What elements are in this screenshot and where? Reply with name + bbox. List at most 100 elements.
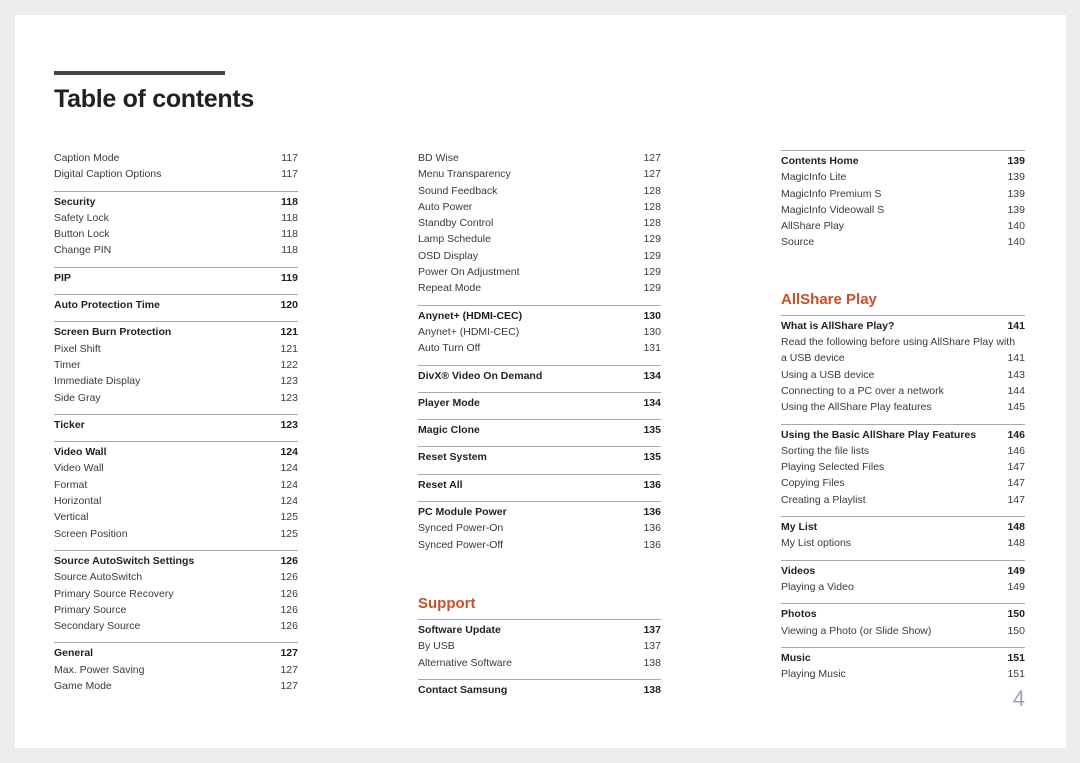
toc-entry[interactable]: Digital Caption Options 117 bbox=[54, 166, 298, 182]
toc-entry[interactable]: Power On Adjustment 129 bbox=[418, 264, 661, 280]
toc-entry[interactable]: Playing Music 151 bbox=[781, 666, 1025, 682]
toc-entry[interactable]: Lamp Schedule 129 bbox=[418, 231, 661, 247]
toc-entry[interactable]: My List options 148 bbox=[781, 535, 1025, 551]
toc-section-heading[interactable]: Reset All 136 bbox=[418, 477, 661, 493]
toc-entry-label: Repeat Mode bbox=[418, 282, 482, 295]
toc-section-heading[interactable]: DivX® Video On Demand 134 bbox=[418, 368, 661, 384]
toc-entry[interactable]: Pixel Shift 121 bbox=[54, 341, 298, 357]
toc-entry[interactable]: By USB 137 bbox=[418, 638, 661, 654]
toc-entry[interactable]: Primary Source Recovery 126 bbox=[54, 586, 298, 602]
toc-entry[interactable]: Synced Power-On 136 bbox=[418, 520, 661, 536]
toc-section-heading[interactable]: Player Mode 134 bbox=[418, 395, 661, 411]
toc-entry[interactable]: Caption Mode 117 bbox=[54, 150, 298, 166]
toc-section-heading[interactable]: My List 148 bbox=[781, 519, 1025, 535]
toc-section-heading[interactable]: Source AutoSwitch Settings 126 bbox=[54, 553, 298, 569]
toc-entry[interactable]: Secondary Source 126 bbox=[54, 618, 298, 634]
toc-entry[interactable]: Standby Control 128 bbox=[418, 215, 661, 231]
toc-entry[interactable]: Horizontal 124 bbox=[54, 493, 298, 509]
toc-entry[interactable]: Source AutoSwitch 126 bbox=[54, 569, 298, 585]
chapter-heading: AllShare Play bbox=[781, 290, 877, 308]
toc-entry[interactable]: Repeat Mode 129 bbox=[418, 280, 661, 296]
toc-entry[interactable]: Synced Power-Off 136 bbox=[418, 537, 661, 553]
toc-entry-page: 130 bbox=[643, 325, 661, 338]
toc-entry[interactable]: Menu Transparency 127 bbox=[418, 166, 661, 182]
toc-entry[interactable]: AllShare Play 140 bbox=[781, 218, 1025, 234]
toc-entry-label: Playing Selected Files bbox=[781, 461, 885, 474]
toc-entry[interactable]: Side Gray 123 bbox=[54, 390, 298, 406]
toc-section-heading[interactable]: Contents Home 139 bbox=[781, 153, 1025, 169]
toc-entry[interactable]: Video Wall 124 bbox=[54, 460, 298, 476]
toc-section-heading[interactable]: Screen Burn Protection 121 bbox=[54, 324, 298, 340]
toc-entry[interactable]: MagicInfo Premium S 139 bbox=[781, 186, 1025, 202]
toc-section: PC Module Power 136 Synced Power-On 136 Sync… bbox=[418, 501, 661, 553]
toc-entry-label: Immediate Display bbox=[54, 375, 141, 388]
toc-entry[interactable]: Playing a Video 149 bbox=[781, 579, 1025, 595]
toc-section-heading[interactable]: Videos 149 bbox=[781, 563, 1025, 579]
toc-entry-page: 139 bbox=[1007, 171, 1025, 184]
toc-section-heading[interactable]: Ticker 123 bbox=[54, 417, 298, 433]
toc-section-heading[interactable]: Video Wall 124 bbox=[54, 444, 298, 460]
toc-section: Contents Home 139 MagicInfo Lite 139 MagicIn… bbox=[781, 150, 1025, 251]
toc-entry[interactable]: Button Lock 118 bbox=[54, 226, 298, 242]
toc-section-heading[interactable]: Auto Protection Time 120 bbox=[54, 297, 298, 313]
toc-entry[interactable]: Using the AllShare Play features 145 bbox=[781, 399, 1025, 415]
toc-entry[interactable]: Sorting the file lists 146 bbox=[781, 443, 1025, 459]
toc-section-heading[interactable]: Magic Clone 135 bbox=[418, 422, 661, 438]
toc-entry[interactable]: Creating a Playlist 147 bbox=[781, 492, 1025, 508]
toc-entry[interactable]: MagicInfo Lite 139 bbox=[781, 169, 1025, 185]
toc-section-heading[interactable]: Photos 150 bbox=[781, 606, 1025, 622]
toc-entry[interactable]: Auto Turn Off 131 bbox=[418, 340, 661, 356]
toc-entry[interactable]: Copying Files 147 bbox=[781, 475, 1025, 491]
toc-entry-label: Max. Power Saving bbox=[54, 663, 145, 676]
toc-entry-label: Viewing a Photo (or Slide Show) bbox=[781, 624, 932, 637]
toc-entry-page: 126 bbox=[280, 603, 298, 616]
toc-section-heading[interactable]: Using the Basic AllShare Play Features 14… bbox=[781, 427, 1025, 443]
toc-entry[interactable]: Timer 122 bbox=[54, 357, 298, 373]
toc-entry[interactable]: Source 140 bbox=[781, 234, 1025, 250]
toc-entry[interactable]: Read the following before using AllShare… bbox=[781, 334, 1025, 367]
chapter-spacer bbox=[781, 251, 1025, 289]
toc-section-heading[interactable]: Security 118 bbox=[54, 194, 298, 210]
toc-heading-page: 134 bbox=[643, 369, 661, 382]
toc-section-heading[interactable]: What is AllShare Play? 141 bbox=[781, 318, 1025, 334]
toc-section-heading[interactable]: Software Update 137 bbox=[418, 622, 661, 638]
toc-entry-label: Primary Source bbox=[54, 603, 127, 616]
toc-entry[interactable]: OSD Display 129 bbox=[418, 248, 661, 264]
toc-entry[interactable]: MagicInfo Videowall S 139 bbox=[781, 202, 1025, 218]
toc-entry-label: Power On Adjustment bbox=[418, 266, 520, 279]
toc-entry[interactable]: Anynet+ (HDMI-CEC) 130 bbox=[418, 324, 661, 340]
toc-entry[interactable]: Safety Lock 118 bbox=[54, 210, 298, 226]
toc-section-heading[interactable]: General 127 bbox=[54, 645, 298, 661]
toc-entry[interactable]: Primary Source 126 bbox=[54, 602, 298, 618]
toc-entry[interactable]: Playing Selected Files 147 bbox=[781, 459, 1025, 475]
toc-entry[interactable]: Max. Power Saving 127 bbox=[54, 662, 298, 678]
toc-entry[interactable]: Viewing a Photo (or Slide Show) 150 bbox=[781, 623, 1025, 639]
toc-entry[interactable]: Vertical 125 bbox=[54, 509, 298, 525]
toc-entry[interactable]: Game Mode 127 bbox=[54, 678, 298, 694]
toc-heading-label: Auto Protection Time bbox=[54, 299, 160, 312]
toc-entry[interactable]: Sound Feedback 128 bbox=[418, 183, 661, 199]
toc-section: Player Mode 134 bbox=[418, 391, 661, 411]
toc-entry[interactable]: Immediate Display 123 bbox=[54, 373, 298, 389]
toc-entry[interactable]: Format 124 bbox=[54, 477, 298, 493]
toc-entry[interactable]: Connecting to a PC over a network 144 bbox=[781, 383, 1025, 399]
toc-entry-label: Auto Turn Off bbox=[418, 342, 481, 355]
toc-section-heading[interactable]: Anynet+ (HDMI-CEC) 130 bbox=[418, 308, 661, 324]
toc-section-heading[interactable]: PC Module Power 136 bbox=[418, 504, 661, 520]
toc-entry[interactable]: Alternative Software 138 bbox=[418, 655, 661, 671]
toc-entry[interactable]: Change PIN 118 bbox=[54, 242, 298, 258]
toc-entry[interactable]: Using a USB device 143 bbox=[781, 367, 1025, 383]
toc-section: Contact Samsung 138 bbox=[418, 678, 661, 698]
toc-section-heading[interactable]: Reset System 135 bbox=[418, 449, 661, 465]
toc-entry[interactable]: Auto Power 128 bbox=[418, 199, 661, 215]
toc-entry-page: 147 bbox=[1007, 461, 1025, 474]
toc-entry-label: Caption Mode bbox=[54, 152, 120, 164]
toc-entry[interactable]: Screen Position 125 bbox=[54, 526, 298, 542]
toc-entry[interactable]: BD Wise 127 bbox=[418, 150, 661, 166]
chapter-sections: Software Update 137 By USB 137 Alternative S… bbox=[418, 618, 661, 698]
toc-entry-page: 118 bbox=[281, 211, 298, 224]
toc-section-heading[interactable]: Music 151 bbox=[781, 650, 1025, 666]
toc-section-heading[interactable]: PIP 119 bbox=[54, 270, 298, 286]
toc-section-heading[interactable]: Contact Samsung 138 bbox=[418, 682, 661, 698]
toc-entry-label: BD Wise bbox=[418, 152, 459, 164]
